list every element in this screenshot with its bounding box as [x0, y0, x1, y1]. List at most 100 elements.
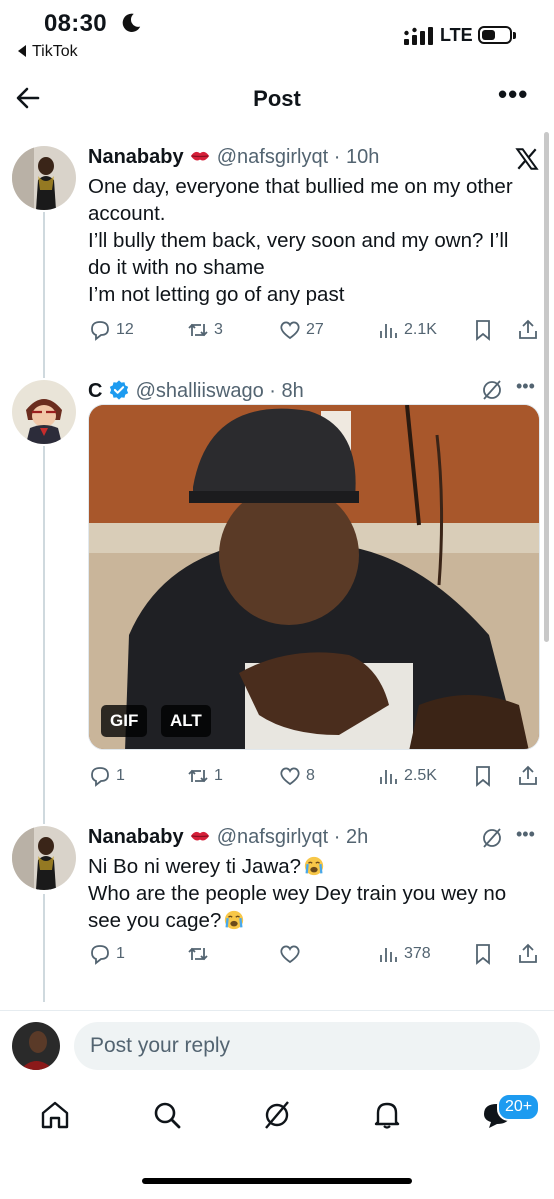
- post-actions: 12 3 27 2.1K: [88, 318, 544, 348]
- signal-icon: [404, 27, 433, 45]
- share-button[interactable]: [516, 942, 540, 966]
- avatar[interactable]: [12, 380, 76, 444]
- view-count: 378: [404, 945, 431, 962]
- post-meta: Nanababy @nafsgirlyqt · 10h: [88, 146, 380, 168]
- post-time: 8h: [281, 380, 304, 402]
- gif-image: THER: [89, 405, 539, 749]
- more-options-icon[interactable]: •••: [516, 376, 535, 397]
- display-name[interactable]: C: [88, 380, 102, 402]
- top-header: Post •••: [0, 72, 554, 124]
- crying-face-icon: [304, 856, 324, 876]
- grok-icon[interactable]: [480, 826, 504, 850]
- verified-badge-icon: [109, 380, 129, 400]
- post-text-line: Who are the people wey Dey train you wey…: [88, 882, 507, 905]
- alt-text-button[interactable]: ALT: [161, 705, 211, 737]
- repost-count: 1: [214, 767, 223, 784]
- back-triangle-icon: [18, 45, 26, 57]
- display-name[interactable]: Nanababy: [88, 146, 184, 168]
- bottom-tab-bar: [0, 1090, 554, 1150]
- like-button[interactable]: 8: [278, 764, 315, 788]
- x-logo-icon: [515, 148, 539, 170]
- avatar[interactable]: [12, 826, 76, 890]
- network-type: LTE: [440, 25, 473, 45]
- post-meta: C @shalliiswago · 8h: [88, 380, 304, 402]
- share-icon: [519, 943, 537, 963]
- handle[interactable]: @nafsgirlyqt: [217, 826, 328, 848]
- moon-icon: [122, 13, 141, 32]
- repost-icon: [188, 769, 208, 783]
- post-text-line: I’ll bully them back, very soon and my o…: [88, 229, 509, 252]
- kiss-mark-icon: [190, 831, 210, 841]
- reply-count: 1: [116, 945, 125, 962]
- view-count: 2.1K: [404, 321, 437, 338]
- like-count: 8: [306, 767, 315, 784]
- bookmark-button[interactable]: [471, 318, 495, 342]
- repost-icon: [188, 947, 208, 961]
- repost-button[interactable]: 1: [186, 764, 223, 788]
- reply-icon: [91, 945, 109, 965]
- views-button[interactable]: 378: [376, 942, 431, 966]
- post-text-line: see you cage?: [88, 909, 222, 932]
- display-name[interactable]: Nanababy: [88, 826, 184, 848]
- reply-button[interactable]: 1: [88, 764, 125, 788]
- notifications-icon[interactable]: [370, 1098, 404, 1132]
- like-button[interactable]: [278, 942, 306, 966]
- gif-media[interactable]: THER GIF ALT: [88, 404, 540, 750]
- more-options-icon[interactable]: •••: [498, 81, 528, 107]
- view-count: 2.5K: [404, 767, 437, 784]
- messages-badge: 20+: [497, 1093, 541, 1121]
- post-time: 2h: [345, 826, 369, 848]
- post-text: One day, everyone that bullied me on my …: [88, 173, 542, 308]
- reply-icon: [91, 767, 109, 787]
- status-bar: 08:30 TikTok LTE: [0, 0, 554, 70]
- post-time: 10h: [345, 146, 380, 168]
- back-app-label: TikTok: [32, 43, 78, 60]
- views-button[interactable]: 2.1K: [376, 318, 437, 342]
- reply-count: 12: [116, 321, 134, 338]
- share-button[interactable]: [516, 318, 540, 342]
- bookmark-button[interactable]: [471, 942, 495, 966]
- back-to-app-link[interactable]: TikTok: [18, 43, 78, 61]
- views-button[interactable]: 2.5K: [376, 764, 437, 788]
- crying-face-icon: [225, 910, 244, 930]
- avatar[interactable]: [12, 146, 76, 210]
- like-count: 27: [306, 321, 324, 338]
- analytics-icon: [380, 948, 397, 962]
- divider: [0, 1010, 554, 1011]
- post[interactable]: Nanababy @nafsgirlyqt · 2h Ni Bo ni were…: [0, 820, 554, 990]
- like-button[interactable]: 27: [278, 318, 324, 342]
- heart-icon: [280, 321, 300, 340]
- more-options-icon[interactable]: •••: [516, 824, 535, 845]
- repost-icon: [188, 323, 208, 337]
- grok-icon[interactable]: [480, 378, 504, 402]
- post[interactable]: C @shalliiswago · 8h ••• THER GIF ALT: [0, 374, 554, 814]
- bookmark-button[interactable]: [471, 764, 495, 788]
- kiss-mark-icon: [190, 151, 210, 161]
- search-icon[interactable]: [150, 1098, 184, 1132]
- post-text-line: account.: [88, 202, 166, 225]
- bookmark-icon: [476, 320, 490, 341]
- reply-icon: [91, 321, 109, 341]
- home-icon[interactable]: [38, 1098, 72, 1132]
- status-time: 08:30: [44, 10, 107, 37]
- handle[interactable]: @nafsgirlyqt: [217, 146, 328, 168]
- home-indicator: [142, 1178, 412, 1184]
- repost-count: 3: [214, 321, 223, 338]
- reply-count: 1: [116, 767, 125, 784]
- reply-input[interactable]: [74, 1022, 540, 1070]
- page-title: Post: [253, 86, 301, 111]
- battery-icon: [478, 26, 516, 44]
- post[interactable]: Nanababy @nafsgirlyqt · 10h One day, eve…: [0, 140, 554, 360]
- repost-button[interactable]: [186, 942, 214, 966]
- heart-icon: [280, 767, 300, 786]
- reply-button[interactable]: 12: [88, 318, 134, 342]
- handle[interactable]: @shalliiswago: [136, 380, 264, 402]
- share-button[interactable]: [516, 764, 540, 788]
- share-icon: [519, 765, 537, 785]
- analytics-icon: [380, 770, 397, 784]
- my-avatar[interactable]: [12, 1022, 60, 1070]
- grok-tab-icon[interactable]: [260, 1098, 294, 1132]
- repost-button[interactable]: 3: [186, 318, 223, 342]
- post-actions: 1 1 8 2.5K: [88, 764, 544, 794]
- reply-button[interactable]: 1: [88, 942, 125, 966]
